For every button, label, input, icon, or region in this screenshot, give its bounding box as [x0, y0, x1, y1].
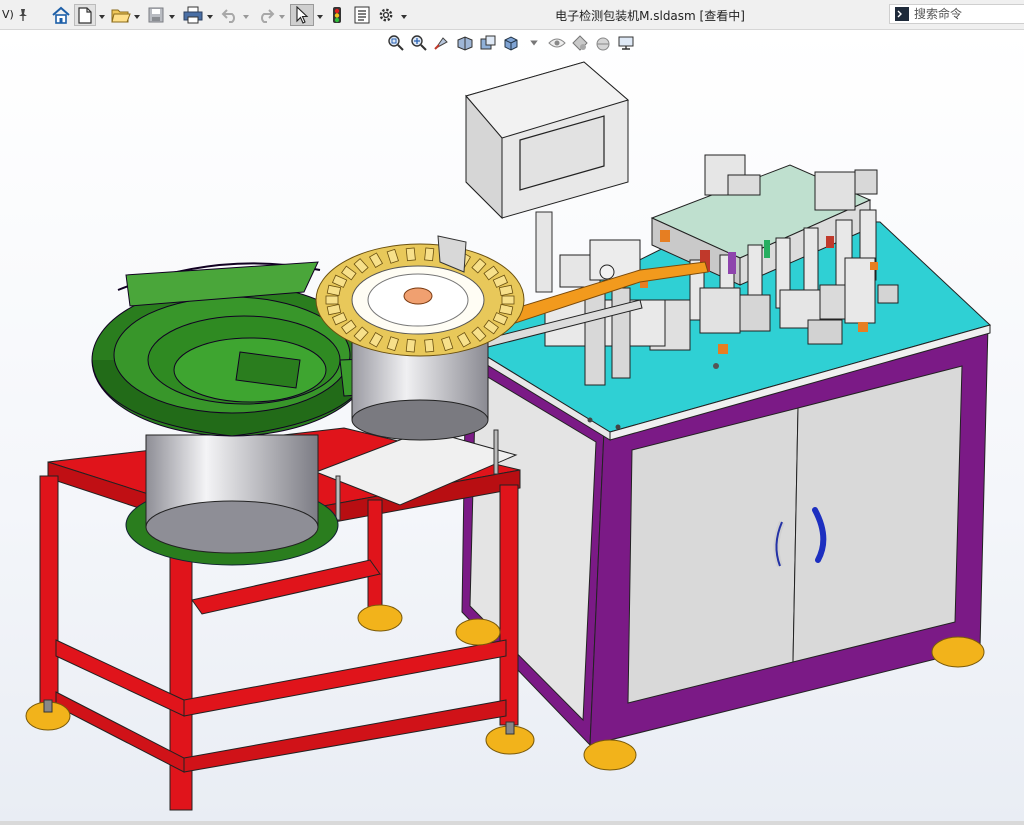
- dial-slot: [501, 295, 515, 305]
- open-dropdown-icon[interactable]: [133, 10, 141, 19]
- graphics-area[interactable]: [0, 30, 1024, 821]
- traffic-light-icon[interactable]: [328, 4, 346, 26]
- options-gear-icon[interactable]: [376, 4, 396, 26]
- cabinet-left-door[interactable]: [627, 407, 799, 704]
- redo-icon[interactable]: [256, 4, 276, 26]
- pin-icon[interactable]: [16, 4, 30, 26]
- select-dropdown-icon[interactable]: [316, 10, 324, 19]
- dial-slot: [325, 295, 339, 305]
- machine-3d-model[interactable]: [0, 30, 1024, 821]
- redo-dropdown-icon[interactable]: [278, 10, 286, 19]
- document-title: 电子检测包装机M.sldasm [查看中]: [555, 9, 745, 23]
- new-document-icon[interactable]: [74, 4, 96, 26]
- print-dropdown-icon[interactable]: [206, 10, 214, 19]
- options-dropdown-icon[interactable]: [400, 10, 408, 19]
- dial-slot: [405, 338, 416, 353]
- print-icon[interactable]: [182, 4, 204, 26]
- dial-slot: [405, 247, 416, 262]
- save-icon[interactable]: [146, 4, 166, 26]
- home-icon[interactable]: [50, 4, 72, 26]
- command-prompt-icon: [895, 7, 909, 21]
- open-icon[interactable]: [110, 4, 132, 26]
- save-dropdown-icon[interactable]: [168, 10, 176, 19]
- select-pointer-icon[interactable]: [290, 4, 314, 26]
- dial-slot: [424, 338, 435, 353]
- menu-stub[interactable]: V): [2, 8, 14, 21]
- file-properties-icon[interactable]: [352, 4, 372, 26]
- undo-icon[interactable]: [220, 4, 240, 26]
- new-dropdown-icon[interactable]: [98, 10, 106, 19]
- dial-slot: [424, 247, 435, 262]
- bottom-bar: [0, 821, 1024, 825]
- search-input[interactable]: [914, 7, 1014, 21]
- title-bar: V) 电子检测包装机M.sldasm [查看中]: [0, 0, 1024, 30]
- undo-dropdown-icon[interactable]: [242, 10, 250, 19]
- search-box[interactable]: [889, 4, 1024, 24]
